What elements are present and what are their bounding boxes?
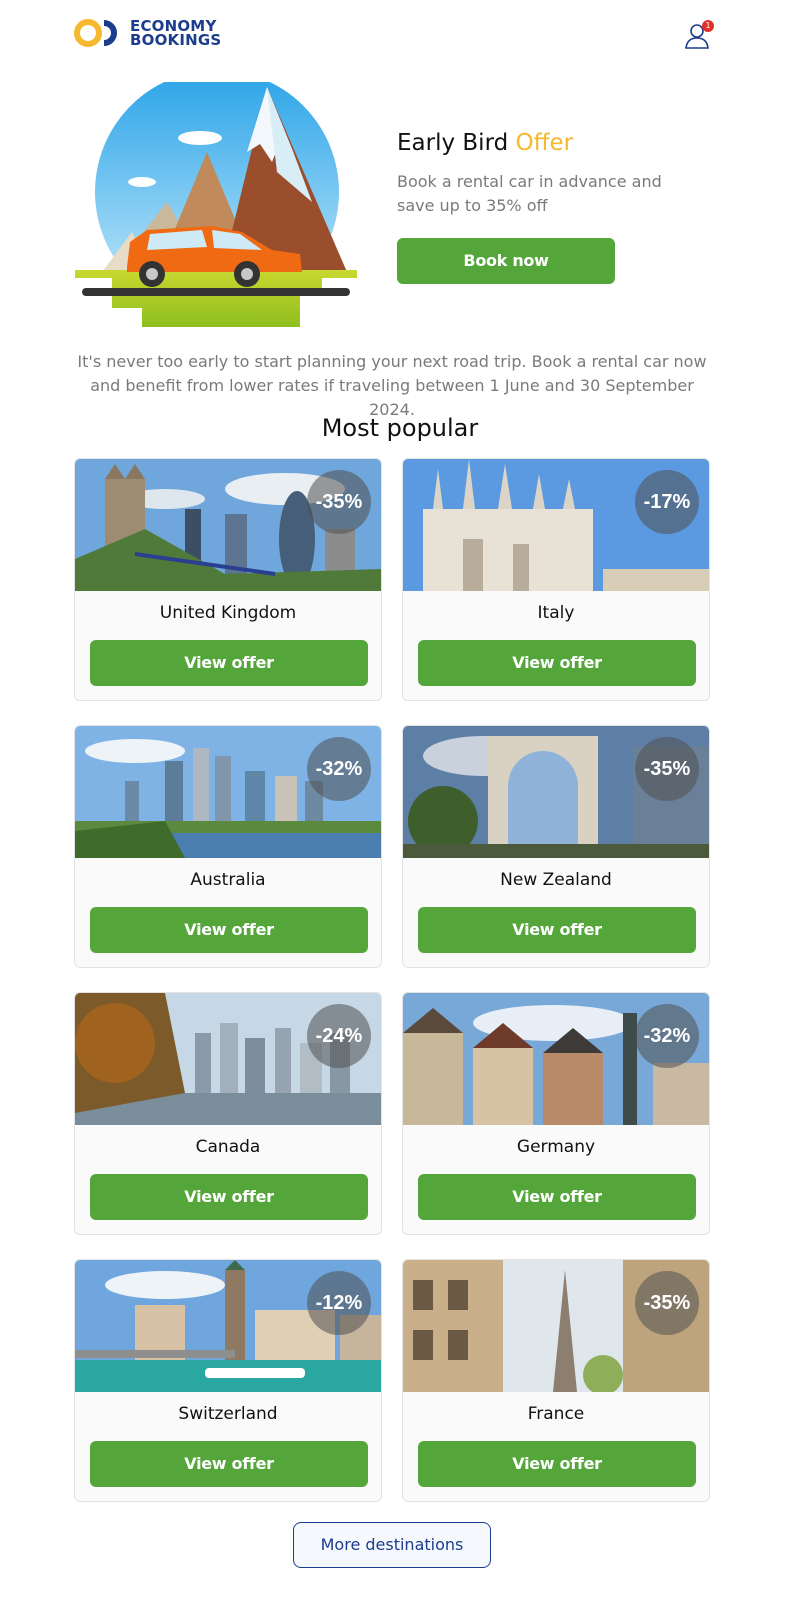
destination-card-switzerland: -12% Switzerland View offer	[74, 1259, 382, 1502]
header: ECONOMY BOOKINGS 1	[74, 14, 714, 54]
destination-name: United Kingdom	[159, 603, 297, 623]
destination-card-canada: -24% Canada View offer	[74, 992, 382, 1235]
view-offer-button[interactable]: View offer	[90, 907, 368, 953]
destination-name: Switzerland	[178, 1404, 278, 1424]
hero-title-accent: Offer	[515, 130, 574, 156]
discount-badge: -35%	[635, 737, 699, 801]
notification-badge: 1	[702, 20, 714, 32]
destination-name: Australia	[190, 870, 266, 890]
hero-title: Early Bird Offer	[397, 130, 697, 156]
destination-card-france: -35% France View offer	[402, 1259, 710, 1502]
destination-card-italy: -17% Italy View offer	[402, 458, 710, 701]
discount-badge: -32%	[307, 737, 371, 801]
view-offer-button[interactable]: View offer	[90, 1441, 368, 1487]
view-offer-button[interactable]: View offer	[90, 1174, 368, 1220]
profile-button[interactable]: 1	[684, 18, 714, 50]
discount-badge: -32%	[635, 1004, 699, 1068]
book-now-button[interactable]: Book now	[397, 238, 615, 284]
email-page: ECONOMY BOOKINGS 1 Early Bird Offer Book…	[0, 0, 800, 1600]
destination-card-new-zealand: -35% New Zealand View offer	[402, 725, 710, 968]
hero-illustration	[75, 82, 357, 327]
destination-name: Canada	[195, 1137, 261, 1157]
destination-name: Germany	[516, 1137, 596, 1157]
logo[interactable]: ECONOMY BOOKINGS	[74, 16, 221, 50]
view-offer-button[interactable]: View offer	[418, 640, 696, 686]
discount-badge: -24%	[307, 1004, 371, 1068]
more-destinations-button[interactable]: More destinations	[293, 1522, 491, 1568]
view-offer-button[interactable]: View offer	[418, 907, 696, 953]
logo-line-2: BOOKINGS	[130, 31, 222, 49]
intro-text: It's never too early to start planning y…	[77, 352, 707, 419]
hero-subtitle: Book a rental car in advance and save up…	[397, 172, 662, 215]
discount-badge: -12%	[307, 1271, 371, 1335]
logo-icon	[74, 19, 117, 47]
discount-badge: -35%	[635, 1271, 699, 1335]
view-offer-button[interactable]: View offer	[418, 1174, 696, 1220]
view-offer-button[interactable]: View offer	[90, 640, 368, 686]
hero-text: Early Bird Offer Book a rental car in ad…	[397, 130, 697, 284]
destination-card-germany: -32% Germany View offer	[402, 992, 710, 1235]
destination-card-australia: -32% Australia View offer	[74, 725, 382, 968]
discount-badge: -17%	[635, 470, 699, 534]
destination-name: Italy	[537, 603, 575, 623]
logo-wordmark: ECONOMY BOOKINGS	[130, 19, 222, 49]
destination-name: New Zealand	[500, 870, 612, 890]
hero-title-main: Early Bird	[397, 130, 509, 156]
discount-badge: -35%	[307, 470, 371, 534]
section-title: Most popular	[321, 414, 479, 442]
destination-name: France	[527, 1404, 585, 1424]
destination-card-united-kingdom: -35% United Kingdom View offer	[74, 458, 382, 701]
view-offer-button[interactable]: View offer	[418, 1441, 696, 1487]
